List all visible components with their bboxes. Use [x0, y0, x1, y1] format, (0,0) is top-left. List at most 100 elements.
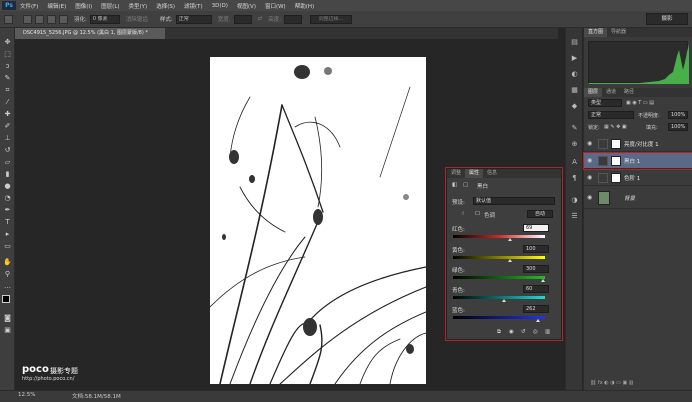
intersect-selection-button[interactable] [59, 14, 68, 24]
layer-row-selected[interactable]: ◉ 黑白 1 [583, 152, 692, 170]
menu-window[interactable]: 窗口(W) [265, 2, 286, 10]
blur-tool-icon[interactable]: ● [3, 182, 12, 190]
eraser-tool-icon[interactable]: ▱ [3, 158, 12, 166]
view-previous-icon[interactable]: ◉ [509, 329, 514, 335]
antialias-checkbox[interactable]: 消除锯齿 [126, 15, 148, 23]
menu-file[interactable]: 文件(F) [20, 2, 38, 10]
crop-tool-icon[interactable]: ⌗ [3, 86, 12, 94]
blue-slider-track[interactable] [453, 316, 545, 319]
style-select[interactable]: 正常 [175, 14, 212, 24]
green-value-input[interactable]: 300 [523, 265, 549, 273]
tint-checkbox[interactable]: ☐ [475, 211, 480, 217]
menu-filter[interactable]: 滤镜(T) [184, 2, 203, 10]
eyedropper-tool-icon[interactable]: ⁄ [3, 98, 12, 106]
history-brush-tool-icon[interactable]: ↺ [3, 146, 12, 154]
lock-icons[interactable]: ▦ ✎ ✥ ▣ [604, 124, 627, 130]
path-select-tool-icon[interactable]: ▸ [3, 230, 12, 238]
mask-icon[interactable]: ▢ [463, 182, 468, 188]
more-tools-icon[interactable]: … [3, 282, 12, 290]
blue-slider-thumb[interactable] [535, 319, 540, 322]
opacity-input[interactable]: 100% [668, 111, 688, 119]
delete-icon[interactable]: ▥ [545, 329, 550, 335]
tab-properties[interactable]: 属性 [465, 169, 484, 178]
add-selection-button[interactable] [35, 14, 44, 24]
clip-to-layer-icon[interactable]: ⧉ [497, 329, 501, 336]
tab-info[interactable]: 信息 [483, 169, 501, 178]
refine-edge-button[interactable]: 调整边缘... [310, 14, 353, 24]
cyan-slider-track[interactable] [453, 296, 545, 299]
layer-row[interactable]: ◉ 亮度/对比度 1 [584, 136, 692, 152]
tab-navigator[interactable]: 导航器 [607, 28, 630, 37]
layer-footer-icons[interactable]: ⛓ fx ◐ ◑ ▭ ▣ ▥ [590, 380, 634, 386]
menu-layer[interactable]: 图层(L) [101, 2, 119, 10]
red-value-input[interactable]: 69 [523, 224, 549, 232]
character-panel-icon[interactable]: A [570, 158, 579, 167]
fill-input[interactable]: 100% [668, 123, 688, 131]
shape-tool-icon[interactable]: ▭ [3, 242, 12, 250]
menu-image[interactable]: 图像(I) [75, 2, 92, 10]
menu-type[interactable]: 类型(Y) [129, 2, 148, 10]
foreground-color-swatch[interactable] [2, 295, 10, 303]
eye-icon[interactable]: ◉ [587, 140, 592, 147]
zoom-level[interactable]: 12.5% [18, 392, 35, 398]
eye-icon[interactable]: ◉ [587, 174, 592, 181]
feather-input[interactable]: 0 像素 [89, 14, 120, 24]
quick-mask-icon[interactable]: ◙ [3, 314, 12, 322]
menu-view[interactable]: 视图(V) [237, 2, 256, 10]
new-selection-button[interactable] [23, 14, 32, 24]
layer-row[interactable]: ◉ 色阶 1 [584, 170, 692, 186]
menu-help[interactable]: 帮助(H) [295, 2, 314, 10]
menu-select[interactable]: 选择(S) [156, 2, 175, 10]
yellow-slider-track[interactable] [453, 256, 545, 259]
subtract-selection-button[interactable] [47, 14, 56, 24]
cyan-slider-thumb[interactable] [501, 299, 506, 302]
document-image[interactable] [210, 57, 426, 384]
move-tool-icon[interactable]: ✥ [3, 38, 12, 46]
blend-mode-select[interactable]: 正常 [588, 111, 634, 119]
menu-3d[interactable]: 3D(D) [212, 3, 228, 9]
screen-mode-icon[interactable]: ▣ [3, 326, 12, 334]
green-slider-thumb[interactable] [541, 279, 546, 282]
layer-filter-select[interactable]: 类型 [588, 99, 622, 107]
green-slider-track[interactable] [453, 276, 545, 279]
actions-panel-icon[interactable]: ▶ [570, 54, 579, 63]
yellow-slider-thumb[interactable] [508, 259, 513, 262]
workspace-select[interactable]: 摄影 [646, 13, 688, 25]
yellow-value-input[interactable]: 100 [523, 245, 549, 253]
quick-select-tool-icon[interactable]: ✎ [3, 74, 12, 82]
tab-paths[interactable]: 路径 [620, 88, 638, 97]
healing-brush-tool-icon[interactable]: ✚ [3, 110, 12, 118]
width-input[interactable] [233, 14, 252, 24]
visibility-icon[interactable]: ◎ [533, 329, 538, 335]
red-slider-track[interactable] [453, 235, 545, 238]
swatches-panel-icon[interactable]: ▦ [570, 86, 579, 95]
reset-icon[interactable]: ↺ [521, 329, 526, 335]
properties-panel-icon[interactable]: ☰ [570, 212, 579, 221]
eye-icon[interactable]: ◉ [587, 157, 592, 164]
blue-value-input[interactable]: 262 [523, 305, 549, 313]
tab-histogram[interactable]: 直方图 [584, 28, 608, 37]
marquee-tool-preset-button[interactable] [4, 14, 13, 24]
zoom-tool-icon[interactable]: ⚲ [3, 270, 12, 278]
eye-icon[interactable]: ◉ [587, 194, 592, 201]
lasso-tool-icon[interactable]: ↄ [3, 62, 12, 70]
tab-channels[interactable]: 通道 [602, 88, 620, 97]
document-tab[interactable]: DSC4915_5256.JPG @ 12.5% (黑白 1, 图层蒙版/8) … [15, 28, 165, 39]
cyan-value-input[interactable]: 60 [523, 285, 549, 293]
brush-panel-icon[interactable]: ✎ [570, 124, 579, 133]
tab-layers[interactable]: 图层 [584, 88, 603, 97]
clone-source-icon[interactable]: ⊕ [570, 140, 579, 149]
height-input[interactable] [284, 14, 303, 24]
clone-stamp-tool-icon[interactable]: ⊥ [3, 134, 12, 142]
type-tool-icon[interactable]: T [3, 218, 12, 226]
layer-row[interactable]: ◉ 背景 [584, 187, 692, 209]
preset-select[interactable]: 默认值 [473, 197, 555, 205]
color-panel-icon[interactable]: ◐ [570, 70, 579, 79]
gradient-tool-icon[interactable]: ▮ [3, 170, 12, 178]
red-slider-thumb[interactable] [508, 238, 513, 241]
history-panel-icon[interactable]: ▤ [570, 38, 579, 47]
targeted-adjust-icon[interactable]: ☝ [461, 211, 464, 217]
swap-icon[interactable]: ⇄ [258, 16, 263, 22]
marquee-tool-icon[interactable]: ⬚ [3, 50, 12, 58]
menu-edit[interactable]: 编辑(E) [47, 2, 66, 10]
